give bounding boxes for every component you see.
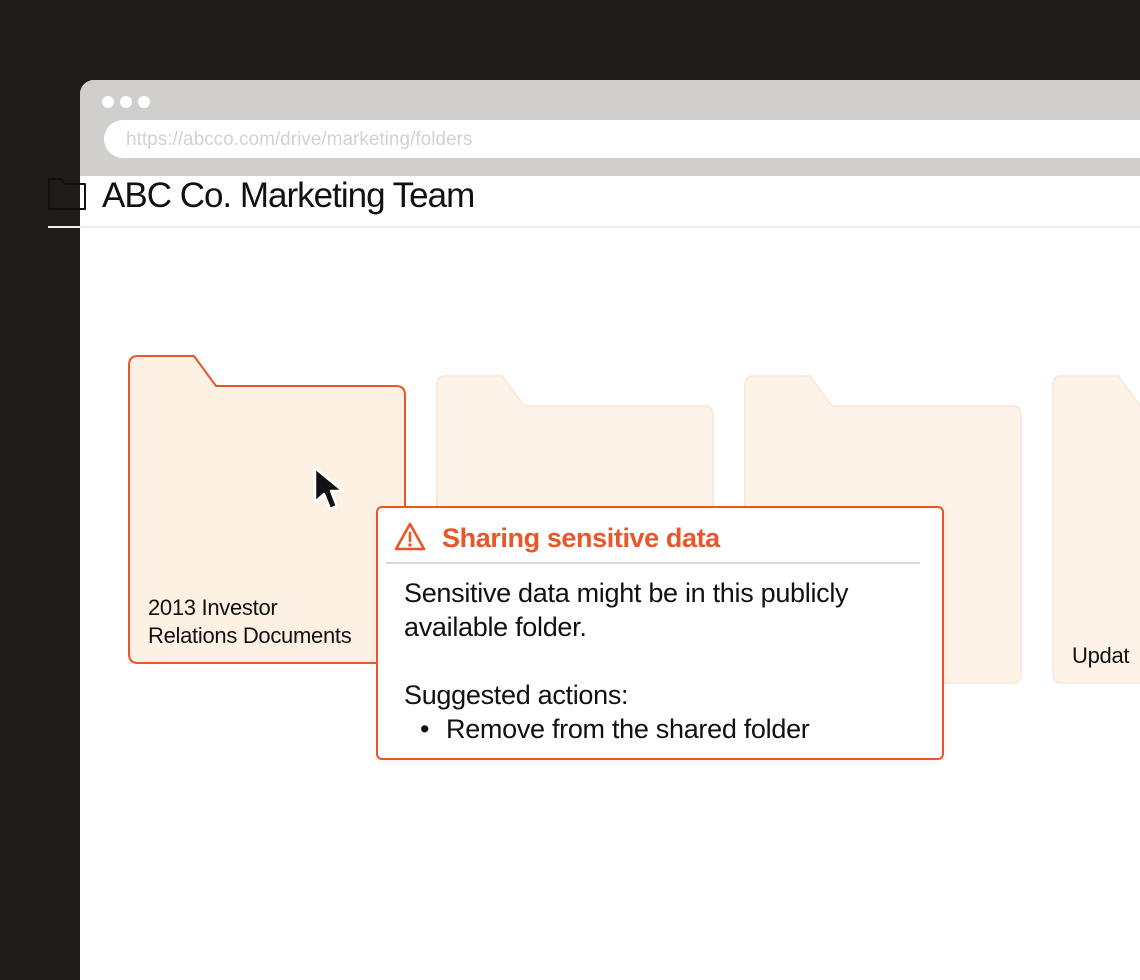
folder-outline-icon xyxy=(48,178,86,210)
folder-label: Updat xyxy=(1072,643,1130,668)
window-dot-icon[interactable] xyxy=(102,96,114,108)
alert-title: Sharing sensitive data xyxy=(442,523,720,553)
alert-body: Sensitive data might be in this publicly… xyxy=(404,576,924,746)
suggested-action-remove[interactable]: • Remove from the shared folder xyxy=(404,712,924,746)
alert-header: Sharing sensitive data xyxy=(386,508,920,564)
page-title: ABC Co. Marketing Team xyxy=(102,176,475,215)
suggested-actions-list: • Remove from the shared folder xyxy=(404,712,924,746)
address-bar[interactable]: https://abcco.com/drive/marketing/folder… xyxy=(104,120,1140,158)
warning-triangle-icon xyxy=(394,522,426,551)
bullet: • xyxy=(420,714,430,744)
folder-shape-icon xyxy=(1052,375,1140,684)
folder-card-investor-relations[interactable]: 2013 Investor Relations Documents xyxy=(128,355,406,664)
window-controls[interactable] xyxy=(102,96,150,108)
alert-message: Sensitive data might be in this publicly… xyxy=(404,578,849,642)
mouse-cursor-icon xyxy=(313,466,345,511)
window-dot-icon[interactable] xyxy=(120,96,132,108)
browser-chrome: https://abcco.com/drive/marketing/folder… xyxy=(80,80,1140,176)
suggested-actions-heading: Suggested actions: xyxy=(404,680,629,710)
folder-label: 2013 Investor Relations Documents xyxy=(148,595,352,648)
window-dot-icon[interactable] xyxy=(138,96,150,108)
sensitive-data-alert: Sharing sensitive data Sensitive data mi… xyxy=(376,506,944,760)
page-header: ABC Co. Marketing Team xyxy=(48,176,1140,228)
folder-card-updates[interactable]: Updat xyxy=(1052,375,1140,684)
